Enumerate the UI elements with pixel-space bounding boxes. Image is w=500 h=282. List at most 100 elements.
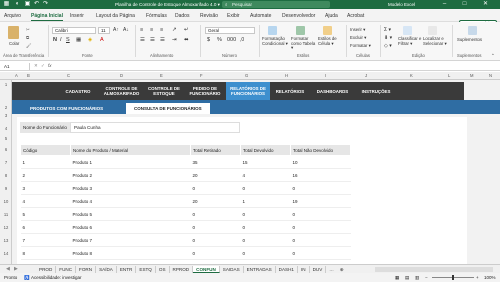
format-painter-icon[interactable]: 🖌 [26,43,31,49]
cell-produto[interactable]: Produto 1 [70,155,191,169]
column-header[interactable]: D [120,73,123,78]
page-layout-icon[interactable]: ▤ [405,275,409,281]
sheet-tab[interactable]: FUNC [56,266,77,273]
align-middle-icon[interactable]: ≡ [150,27,153,33]
nav-cadastro[interactable]: CADASTRO [57,82,99,100]
cell-produto[interactable]: Produto 4 [70,194,191,208]
tab-arquivo[interactable]: Arquivo [4,13,21,19]
sheet-tab[interactable]: ESTQ [136,266,156,273]
cell-styles-icon[interactable] [323,26,332,35]
row-header[interactable]: 5 [0,136,12,141]
tab-ajuda[interactable]: Ajuda [325,13,338,19]
cell-retirado[interactable]: 0 [190,181,241,195]
nav-controle-estoque[interactable]: CONTROLE DE ESTOQUE [144,82,184,100]
save-icon[interactable]: ▣ [24,1,31,8]
cell-nao-devolvido[interactable]: 0 [290,233,351,247]
row-header[interactable]: 7 [0,160,12,165]
row-header[interactable]: 6 [0,147,12,152]
normal-view-icon[interactable]: ▦ [395,275,399,281]
fx-icon[interactable]: fx [48,63,52,68]
tab-acrobat[interactable]: Acrobat [347,13,364,19]
nav-relatorios-funcionarios[interactable]: RELATÓRIOS DE FUNCIONÁRIOS [226,82,270,100]
cell-nao-devolvido[interactable]: 16 [290,168,351,182]
table-row[interactable]: 6 Produto 6 0 0 0 [20,220,351,234]
column-header[interactable]: C [67,73,70,78]
sheet-tab[interactable]: DASH1 [276,266,298,273]
search-box[interactable]: ⌕ Pesquisar [222,1,330,8]
cell-devolvido[interactable]: 0 [240,207,291,221]
column-header[interactable]: G [245,73,248,78]
table-row[interactable]: 5 Produto 5 0 0 0 [20,207,351,221]
delete-cells-button[interactable]: Excluir ▾ [350,35,366,41]
autosum-icon[interactable]: Σ ▾ [384,27,391,33]
column-header[interactable]: K [410,73,413,78]
table-row[interactable]: 7 Produto 7 0 0 0 [20,233,351,247]
cell-produto[interactable]: Produto 3 [70,181,191,195]
underline-icon[interactable]: S [66,37,70,43]
nav-pedido-funcionario[interactable]: PEDIDO DE FUNCIONÁRIO [184,82,226,100]
cell-codigo[interactable]: 4 [20,194,71,208]
table-row[interactable]: 1 Produto 1 35 15 10 [20,155,351,169]
thousands-icon[interactable]: 000 [227,37,236,43]
column-header[interactable]: B [27,73,30,78]
number-format-select[interactable]: Geral [205,27,255,34]
name-box[interactable]: A1 [2,63,30,70]
autosave-toggle-icon[interactable]: ◐ [14,1,21,8]
tab-revisao[interactable]: Revisão [200,13,218,19]
row-header[interactable]: 3 [0,113,12,118]
sheet-tab-active[interactable]: CONFUN [193,266,220,273]
cancel-icon[interactable]: ✕ [34,63,38,69]
find-select-label[interactable]: Localizar e Selecionar ▾ [423,36,449,46]
insert-cells-button[interactable]: Inserir ▾ [350,27,365,33]
align-top-icon[interactable]: ≡ [140,27,143,33]
increase-font-icon[interactable]: A↑ [113,27,119,33]
sheet-tab[interactable]: SAÍDA [96,266,117,273]
decimal-icon[interactable]: ,0 [240,37,244,43]
cell-retirado[interactable]: 20 [190,194,241,208]
row-header[interactable]: 11 [0,212,12,217]
cell-produto[interactable]: Produto 7 [70,233,191,247]
close-icon[interactable]: ✕ [482,1,489,8]
cell-nao-devolvido[interactable]: 10 [290,155,351,169]
tab-desenvolvedor[interactable]: Desenvolvedor [282,13,315,19]
column-header[interactable]: F [200,73,203,78]
align-left-icon[interactable]: ☰ [140,37,145,43]
employee-name-field[interactable]: Paula Cunha [70,122,240,133]
sheet-tab[interactable]: ENTR [117,266,137,273]
sheet-tab[interactable]: RPROD [170,266,194,273]
column-header[interactable]: H [285,73,288,78]
cell-devolvido[interactable]: 0 [240,181,291,195]
cell-produto[interactable]: Produto 6 [70,220,191,234]
cell-codigo[interactable]: 5 [20,207,71,221]
paste-icon[interactable] [8,26,19,39]
row-header[interactable]: 4 [0,126,12,131]
row-header[interactable]: 13 [0,238,12,243]
borders-icon[interactable]: ▦ [76,37,81,43]
enter-icon[interactable]: ✓ [41,63,45,69]
cell-devolvido[interactable]: 15 [240,155,291,169]
accessibility-icon[interactable]: ♿ [24,275,30,281]
sort-filter-icon[interactable] [403,26,412,35]
column-header[interactable]: L [448,73,450,78]
cut-icon[interactable]: ✂ [26,27,30,33]
cell-devolvido[interactable]: 0 [240,220,291,234]
merge-center-icon[interactable]: ⬌ [184,37,189,43]
cell-codigo[interactable]: 3 [20,181,71,195]
fill-icon[interactable]: ⬇ ▾ [384,35,392,41]
orientation-icon[interactable]: ↗ [172,27,177,33]
tab-automate[interactable]: Automate [250,13,271,19]
cell-retirado[interactable]: 0 [190,220,241,234]
sheet-tab[interactable]: DUV [310,266,327,273]
row-header[interactable]: 2 [0,105,12,110]
zoom-out-icon[interactable]: − [425,275,428,280]
cell-codigo[interactable]: 7 [20,233,71,247]
cell-styles-label[interactable]: Estilos de Célula ▾ [318,36,342,46]
cell-produto[interactable]: Produto 2 [70,168,191,182]
cell-retirado[interactable]: 0 [190,233,241,247]
scroll-left-icon[interactable]: ◀ [6,266,10,272]
copy-icon[interactable]: ⧉ [26,35,29,40]
more-sheets-icon[interactable]: … [326,266,337,273]
nav-dashboards[interactable]: DASHBOARDS [310,82,355,100]
cell-nao-devolvido[interactable]: 0 [290,207,351,221]
cell-devolvido[interactable]: 1 [240,194,291,208]
